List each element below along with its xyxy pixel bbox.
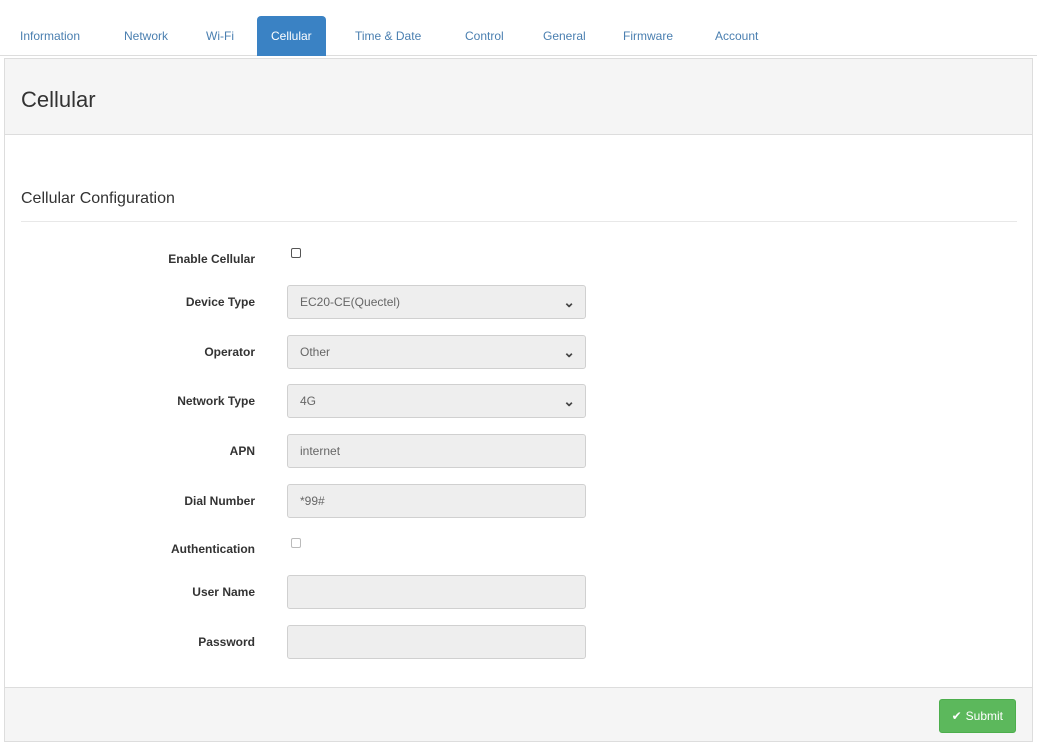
chevron-down-icon: ⌄ [563,294,575,310]
cellular-panel: Cellular Cellular Configuration Enable C… [4,58,1033,742]
enable-cellular-checkbox[interactable] [291,248,301,258]
operator-value: Other [300,345,331,359]
tab-wifi[interactable]: Wi-Fi [192,16,248,56]
password-input[interactable] [287,625,586,659]
user-name-label: User Name [192,585,255,599]
operator-label: Operator [204,345,255,359]
panel-footer: ✔ Submit [5,687,1032,741]
password-label: Password [198,635,255,649]
dial-number-input[interactable]: *99# [287,484,586,518]
authentication-checkbox[interactable] [291,538,301,548]
tab-time-date[interactable]: Time & Date [341,16,435,56]
device-type-select[interactable]: EC20-CE(Quectel) ⌄ [287,285,586,319]
apn-label: APN [229,444,255,458]
authentication-label: Authentication [171,542,255,556]
tab-cellular[interactable]: Cellular [257,16,326,56]
network-type-value: 4G [300,394,317,408]
chevron-down-icon: ⌄ [563,393,575,409]
apn-input[interactable]: internet [287,434,586,468]
panel-heading: Cellular [5,59,1032,135]
dial-number-label: Dial Number [184,494,255,508]
section-divider [21,221,1017,222]
tab-account[interactable]: Account [701,16,772,56]
tab-firmware[interactable]: Firmware [609,16,687,56]
section-title: Cellular Configuration [21,190,175,207]
user-name-input[interactable] [287,575,586,609]
tab-bar: Information Network Wi-Fi Cellular Time … [0,0,1037,56]
device-type-value: EC20-CE(Quectel) [300,295,401,309]
tab-network[interactable]: Network [110,16,182,56]
submit-button[interactable]: ✔ Submit [938,699,1016,733]
device-type-label: Device Type [185,295,255,309]
operator-select[interactable]: Other ⌄ [287,335,586,369]
page-title: Cellular [21,87,96,112]
chevron-down-icon: ⌄ [563,344,575,360]
check-icon: ✔ [951,709,962,723]
submit-label: Submit [965,709,1003,723]
tab-general[interactable]: General [529,16,600,56]
network-type-label: Network Type [177,394,255,408]
tab-information[interactable]: Information [6,16,94,56]
network-type-select[interactable]: 4G ⌄ [287,384,586,418]
enable-cellular-label: Enable Cellular [168,252,255,266]
tab-control[interactable]: Control [451,16,518,56]
